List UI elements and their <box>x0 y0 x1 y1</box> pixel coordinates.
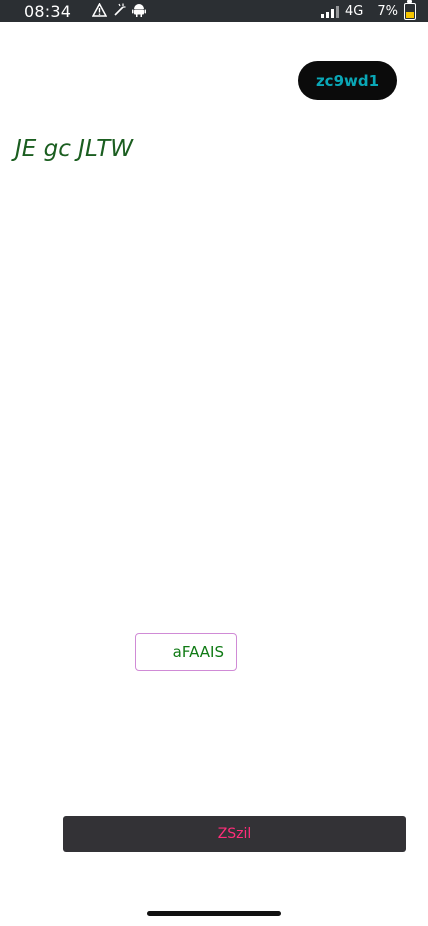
status-bar: 08:34 4G 7% <box>0 0 428 22</box>
battery-percent: 7% <box>377 4 398 19</box>
top-pill-button[interactable]: zc9wd1 <box>298 61 397 100</box>
middle-outline-button[interactable]: aFAAIS <box>135 633 237 671</box>
home-indicator[interactable] <box>147 911 281 916</box>
status-time: 08:34 <box>24 2 72 21</box>
warning-icon <box>92 3 107 17</box>
android-icon <box>132 3 146 17</box>
battery-icon <box>404 0 416 20</box>
top-pill-button-label: zc9wd1 <box>315 71 380 90</box>
status-right: 4G 7% <box>321 0 416 20</box>
status-icons-left <box>92 3 146 17</box>
bottom-bar-button[interactable]: ZSzil <box>63 816 406 852</box>
bottom-bar-button-label: ZSzil <box>217 826 252 842</box>
page-heading: JE gc JLTW <box>15 136 134 162</box>
network-type: 4G <box>345 4 364 19</box>
wand-icon <box>113 3 126 17</box>
middle-outline-button-label: aFAAIS <box>172 643 224 661</box>
signal-icon <box>321 5 340 18</box>
